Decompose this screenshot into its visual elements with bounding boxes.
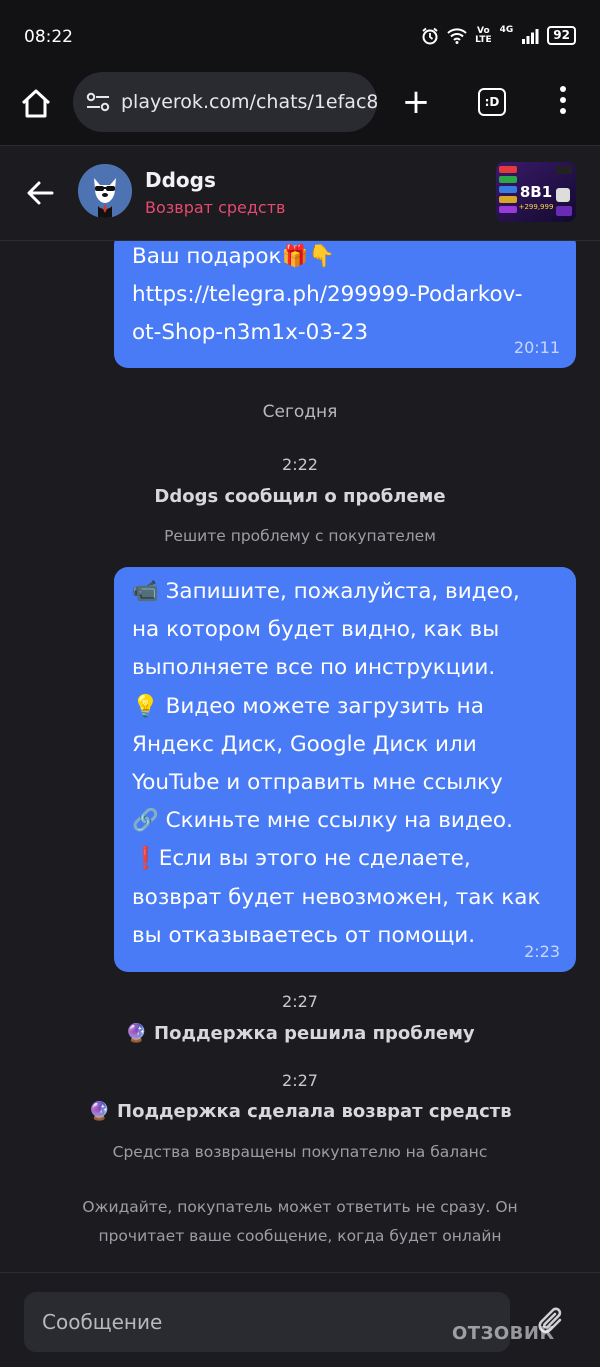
message-list[interactable]: Ваш подарок🎁👇 https://telegra.ph/299999-… — [0, 241, 600, 1272]
dog-avatar-icon — [78, 164, 132, 218]
site-settings-icon[interactable] — [85, 89, 111, 115]
message-link[interactable]: https://telegra.ph/299999-Podarkov- — [132, 276, 558, 314]
chat-name[interactable]: Ddogs — [145, 168, 216, 192]
event-subtitle: Решите проблему с покупателем — [164, 527, 436, 545]
message-link[interactable]: ot-Shop-n3m1x-03-23 — [132, 314, 558, 352]
tabs-icon[interactable]: :D — [478, 88, 506, 116]
alarm-icon — [422, 27, 438, 44]
message-line: Ваш подарок🎁👇 — [132, 244, 336, 269]
browser-toolbar: playerok.com/chats/1efac8 + :D — [0, 72, 600, 146]
volte-label: Vo LTE — [475, 25, 492, 45]
event-title: Ddogs сообщил о проблеме — [154, 486, 446, 507]
url-text[interactable]: playerok.com/chats/1efac8 — [121, 91, 377, 113]
message-line: 🔗 Скиньте мне ссылку на видео. — [132, 808, 513, 834]
message-line: на котором будет видно, как вы — [132, 617, 500, 643]
message-line: YouTube и отправить мне ссылку — [132, 770, 503, 796]
back-arrow-icon[interactable] — [24, 176, 58, 210]
product-thumbnail[interactable]: 8B1 +299,999 — [496, 162, 576, 222]
address-bar[interactable]: playerok.com/chats/1efac8 — [73, 72, 377, 132]
wait-notice-line: прочитает ваше сообщение, когда будет он… — [98, 1227, 502, 1245]
message-line: ❗Если вы этого не сделаете, — [132, 846, 471, 872]
message-line: вы отказываетесь от помощи. — [132, 922, 476, 948]
cell-label: 4G — [499, 25, 514, 35]
battery-icon: 92 — [547, 26, 576, 45]
event-time: 2:22 — [282, 455, 318, 474]
watermark-logo: ОТЗОВИК — [452, 1323, 555, 1344]
chat-header: Ddogs Возврат средств 8B1 +299,999 — [0, 146, 600, 241]
event-time: 2:27 — [282, 992, 318, 1011]
chat-subtitle: Возврат средств — [145, 198, 286, 217]
message-bubble-outgoing[interactable]: Ваш подарок🎁👇 https://telegra.ph/299999-… — [114, 241, 576, 368]
wifi-icon — [447, 27, 467, 44]
composer — [0, 1272, 600, 1367]
message-time: 20:11 — [513, 338, 560, 357]
event-subtitle: Средства возвращены покупателю на баланс — [112, 1143, 488, 1161]
wait-notice-line: Ожидайте, покупатель может ответить не с… — [82, 1198, 518, 1216]
event-time: 2:27 — [282, 1071, 318, 1090]
message-line: возврат будет невозможен, так как — [132, 884, 541, 910]
product-thumb-title: 8B1 — [520, 183, 552, 201]
message-line: 💡 Видео можете загрузить на — [132, 693, 484, 719]
product-image: 8B1 +299,999 — [496, 162, 576, 222]
home-icon[interactable] — [18, 86, 54, 122]
status-bar: 08:22 Vo LTE 4G 92 — [0, 0, 600, 72]
date-separator: Сегодня — [262, 402, 338, 422]
message-time: 2:23 — [524, 942, 560, 961]
status-icons: Vo LTE 4G 92 — [421, 26, 576, 45]
product-thumb-price: +299,999 — [519, 203, 554, 211]
event-title: 🔮 Поддержка решила проблему — [125, 1023, 475, 1044]
message-line: 📹 Запишите, пожалуйста, видео, — [132, 579, 520, 604]
more-vert-icon[interactable] — [553, 86, 573, 118]
message-line: Яндекс Диск, Google Диск или — [132, 731, 477, 757]
wait-notice: Ожидайте, покупатель может ответить не с… — [0, 1193, 600, 1251]
signal-icon — [522, 28, 539, 44]
message-bubble-outgoing[interactable]: 📹 Запишите, пожалуйста, видео, на которо… — [114, 567, 576, 972]
status-time: 08:22 — [24, 27, 73, 47]
plus-icon[interactable]: + — [398, 84, 434, 120]
message-line: выполняете все по инструкции. — [132, 655, 496, 681]
message-input[interactable] — [24, 1292, 510, 1352]
avatar[interactable] — [78, 164, 132, 218]
event-title: 🔮 Поддержка сделала возврат средств — [88, 1101, 512, 1122]
